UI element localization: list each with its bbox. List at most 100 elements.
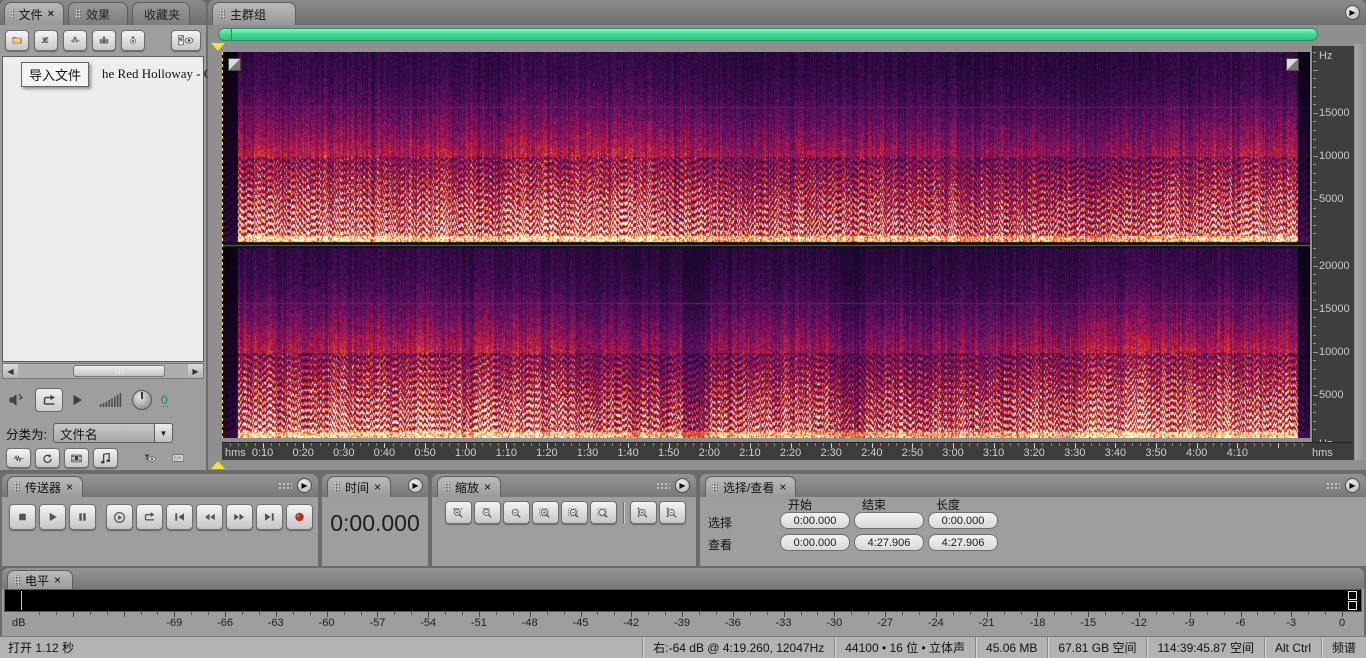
volume-value[interactable]: 0: [161, 394, 168, 407]
time-flyout-menu-icon[interactable]: ▶: [408, 478, 423, 493]
fast-forward-button[interactable]: [226, 504, 253, 530]
mute-speaker-icon[interactable]: [8, 393, 26, 407]
tab-transport[interactable]: 传送器 ×: [7, 476, 84, 497]
sort-dropdown-icon[interactable]: ▼: [154, 423, 173, 443]
import-file-button[interactable]: [5, 29, 29, 51]
close-file-button[interactable]: [34, 29, 58, 51]
tab-time[interactable]: 时间 ×: [327, 476, 392, 497]
import-audio-button[interactable]: [63, 29, 87, 51]
go-to-end-button[interactable]: [256, 504, 283, 530]
play-from-cursor-button[interactable]: [106, 504, 133, 530]
zoom-selection-right-button[interactable]: [590, 501, 617, 524]
freq-tick: [1313, 216, 1316, 218]
clip-indicator-right[interactable]: [1348, 601, 1357, 610]
zoom-out-full-button[interactable]: [503, 501, 530, 524]
show-audio-files-button[interactable]: [6, 448, 31, 468]
tab-files[interactable]: 文件 ×: [4, 2, 64, 25]
zoom-flyout-menu-icon[interactable]: ▶: [675, 478, 690, 493]
volume-knob[interactable]: [132, 390, 152, 410]
selection-length-field[interactable]: 0:00.000: [928, 512, 998, 529]
tab-zoom[interactable]: 缩放 ×: [437, 476, 502, 497]
freq-tick: [1313, 190, 1316, 192]
sort-select[interactable]: 文件名: [52, 423, 155, 443]
scroll-right-icon[interactable]: ▶: [188, 364, 203, 378]
filter-button[interactable]: [138, 448, 162, 468]
zoom-out-vertical-button[interactable]: [659, 501, 686, 524]
db-tick: [1020, 612, 1022, 615]
pause-button[interactable]: [69, 504, 96, 530]
stop-button[interactable]: [9, 504, 36, 530]
tab-main-group[interactable]: 主群组: [212, 2, 296, 25]
clip-indicator-left[interactable]: [1348, 591, 1357, 600]
record-button[interactable]: [286, 504, 313, 530]
close-icon[interactable]: ×: [484, 480, 491, 494]
tab-effects[interactable]: 效果: [68, 2, 128, 25]
full-paths-button[interactable]: C:\>: [166, 448, 190, 468]
close-icon[interactable]: ×: [54, 573, 61, 587]
time-tick: [701, 443, 703, 446]
zoom-selection-left-button[interactable]: [561, 501, 588, 524]
volume-bars-icon[interactable]: [100, 393, 123, 407]
show-video-files-button[interactable]: [64, 448, 89, 468]
time-tick-label: 3:50: [1145, 447, 1167, 459]
selection-start-field[interactable]: 0:00.000: [780, 512, 850, 529]
freq-tick-label: 5000: [1319, 388, 1344, 401]
display-options-button[interactable]: [171, 29, 201, 51]
file-loop-play-button[interactable]: [35, 388, 63, 412]
loop-play-button[interactable]: [136, 504, 163, 530]
show-midi-files-button[interactable]: [93, 448, 118, 468]
auto-play-button[interactable]: [35, 448, 60, 468]
selection-end-field[interactable]: [854, 512, 924, 529]
zoom-in-horizontal-button[interactable]: [445, 501, 472, 524]
frequency-ruler[interactable]: 150001000050002000015000100005000HzHz: [1312, 46, 1354, 460]
selection-start-field[interactable]: 0:00.000: [780, 534, 850, 551]
horizontal-range-scrollbar[interactable]: [218, 28, 1318, 41]
rewind-button[interactable]: [196, 504, 223, 530]
zoom-to-selection-button[interactable]: [532, 501, 559, 524]
corner-handle-left-icon[interactable]: [228, 58, 241, 71]
transport-flyout-menu-icon[interactable]: ▶: [297, 478, 312, 493]
selection-flyout-menu-icon[interactable]: ▶: [1345, 478, 1360, 493]
vertical-scroll-strip[interactable]: [1355, 44, 1366, 460]
playhead-marker-bottom[interactable]: [211, 461, 225, 469]
db-tick: [969, 612, 971, 615]
corner-handle-right-icon[interactable]: [1286, 58, 1299, 71]
go-to-beginning-button[interactable]: [166, 504, 193, 530]
db-tick: [1274, 612, 1276, 615]
file-list-item[interactable]: he Red Holloway - Cl: [102, 66, 216, 82]
tab-levels[interactable]: 电平 ×: [7, 570, 73, 589]
file-list[interactable]: he Red Holloway - Cl 导入文件: [2, 56, 216, 362]
main-tabstrip: [208, 0, 1366, 25]
tab-selection-view[interactable]: 选择/查看 ×: [705, 476, 797, 497]
spectrogram-canvas[interactable]: [222, 52, 1310, 438]
db-tick: [258, 612, 260, 615]
tab-grip-icon: [219, 9, 225, 19]
time-tick-label: 0:40: [373, 447, 396, 459]
selection-length-field[interactable]: 4:27.906: [928, 534, 998, 551]
scroll-left-icon[interactable]: ◀: [3, 364, 18, 378]
current-time-display: 0:00.000: [330, 510, 420, 536]
selection-end-field[interactable]: 4:27.906: [854, 534, 924, 551]
zoom-out-horizontal-button[interactable]: [474, 501, 501, 524]
close-icon[interactable]: ×: [374, 480, 381, 494]
zoom-in-vertical-button[interactable]: [630, 501, 657, 524]
files-horizontal-scrollbar[interactable]: ◀ ▶: [2, 363, 204, 379]
play-button[interactable]: [39, 504, 66, 530]
file-play-icon[interactable]: [72, 394, 83, 406]
tab-grip-icon: [11, 9, 14, 19]
time-ruler[interactable]: hms hms 0:10 0:20 0:30 0:40 0:50 1:00 1:10 1:20 1:…: [222, 442, 1352, 460]
range-left-handle[interactable]: [225, 29, 232, 40]
playhead-marker-top[interactable]: [211, 43, 225, 51]
freq-tick: [1313, 95, 1316, 97]
scrollbar-track[interactable]: [18, 364, 188, 378]
tab-grip-icon: [75, 9, 81, 19]
scrollbar-thumb[interactable]: [73, 365, 165, 377]
main-flyout-menu-icon[interactable]: ▶: [1345, 5, 1360, 20]
close-icon[interactable]: ×: [48, 8, 54, 20]
freq-tick: [1313, 52, 1316, 54]
tab-favorites[interactable]: 收藏夹: [132, 2, 190, 25]
extract-cd-button[interactable]: [121, 29, 145, 51]
close-icon[interactable]: ×: [66, 480, 73, 494]
import-video-button[interactable]: [92, 29, 116, 51]
close-icon[interactable]: ×: [779, 480, 786, 494]
